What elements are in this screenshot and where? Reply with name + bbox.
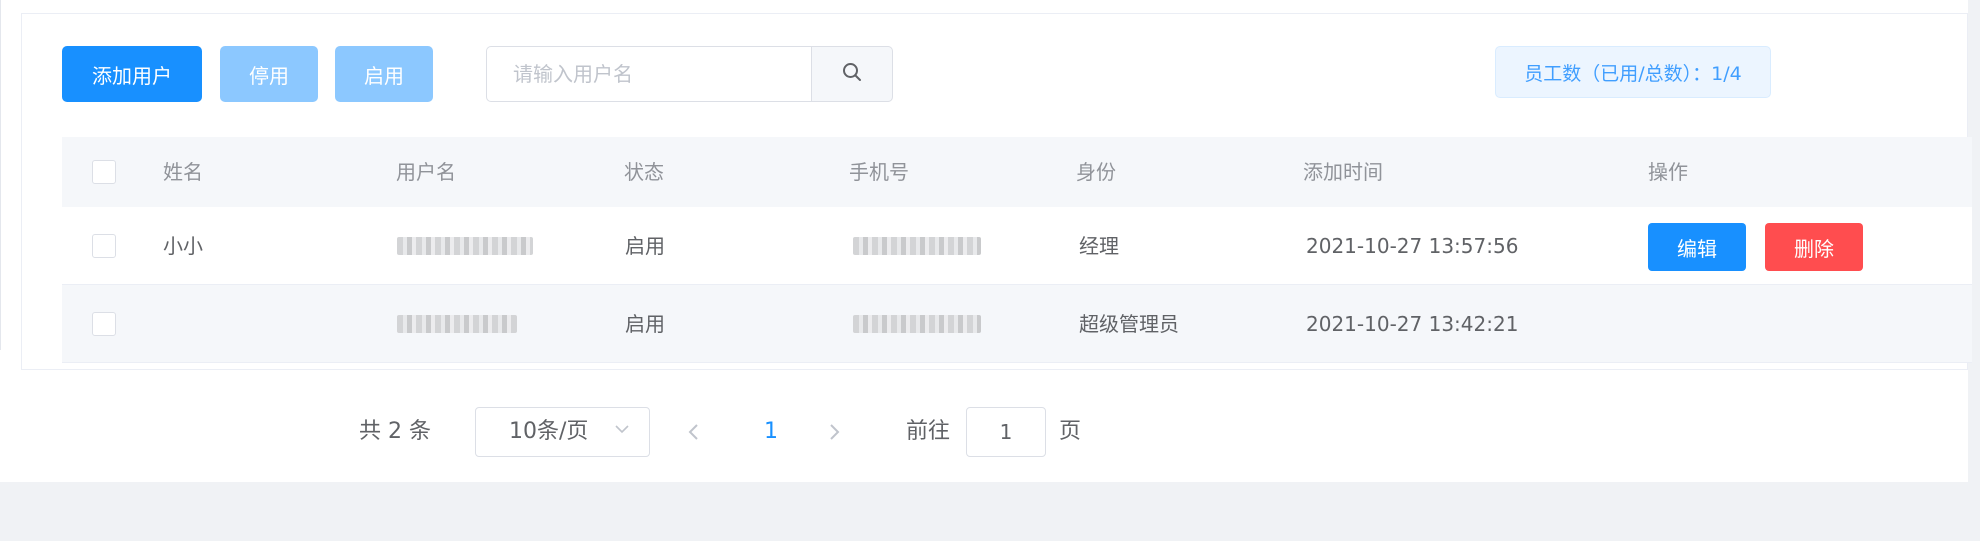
column-header-added-time: 添加时间	[1303, 160, 1383, 184]
column-header-name: 姓名	[163, 160, 203, 184]
username-redacted	[397, 237, 533, 255]
column-header-actions: 操作	[1648, 160, 1688, 184]
column-header-phone: 手机号	[849, 160, 909, 184]
page-suffix-label: 页	[1059, 419, 1082, 444]
enable-button[interactable]: 启用	[335, 46, 433, 102]
goto-page-input[interactable]	[966, 407, 1046, 457]
user-name: 小小	[163, 234, 203, 258]
current-page-number[interactable]: 1	[764, 407, 778, 457]
user-role: 经理	[1079, 234, 1119, 258]
added-time: 2021-10-27 13:42:21	[1306, 312, 1519, 336]
column-header-status: 状态	[624, 160, 664, 184]
table-row: 启用 超级管理员 2021-10-27 13:42:21	[62, 285, 1972, 363]
user-status: 启用	[625, 312, 665, 336]
chevron-left-icon[interactable]	[682, 420, 706, 444]
goto-label: 前往	[906, 419, 951, 444]
disable-button[interactable]: 停用	[220, 46, 318, 102]
user-management-card: 添加用户 停用 启用 员工数（已用/总数）：1/4 姓名 用户名 状态 手机号 …	[21, 13, 1972, 370]
phone-redacted	[853, 315, 981, 333]
left-divider	[0, 0, 1, 350]
select-all-checkbox[interactable]	[92, 160, 116, 184]
pagination: 共 2 条 10条/页 1 前往 页	[0, 407, 1200, 457]
page-size-value: 10条/页	[509, 419, 589, 444]
table-header: 姓名 用户名 状态 手机号 身份 添加时间 操作	[62, 137, 1972, 207]
user-role: 超级管理员	[1079, 312, 1179, 336]
add-user-button[interactable]: 添加用户	[62, 46, 202, 102]
delete-button[interactable]: 删除	[1765, 223, 1863, 271]
column-header-role: 身份	[1076, 160, 1116, 184]
username-redacted	[397, 315, 517, 333]
search-button[interactable]	[811, 46, 893, 102]
table-row: 小小 启用 经理 2021-10-27 13:57:56 编辑 删除	[62, 207, 1972, 285]
total-count: 共 2 条	[359, 419, 431, 444]
row-checkbox[interactable]	[92, 234, 116, 258]
employee-count-tag: 员工数（已用/总数）：1/4	[1495, 46, 1771, 98]
page-size-select[interactable]: 10条/页	[475, 407, 650, 457]
search-input[interactable]	[486, 46, 812, 102]
chevron-right-icon[interactable]	[822, 420, 846, 444]
chevron-down-icon	[613, 420, 631, 442]
column-header-username: 用户名	[396, 160, 456, 184]
row-checkbox[interactable]	[92, 312, 116, 336]
search-icon	[841, 61, 863, 87]
phone-redacted	[853, 237, 981, 255]
user-status: 启用	[625, 234, 665, 258]
edit-button[interactable]: 编辑	[1648, 223, 1746, 271]
added-time: 2021-10-27 13:57:56	[1306, 234, 1519, 258]
